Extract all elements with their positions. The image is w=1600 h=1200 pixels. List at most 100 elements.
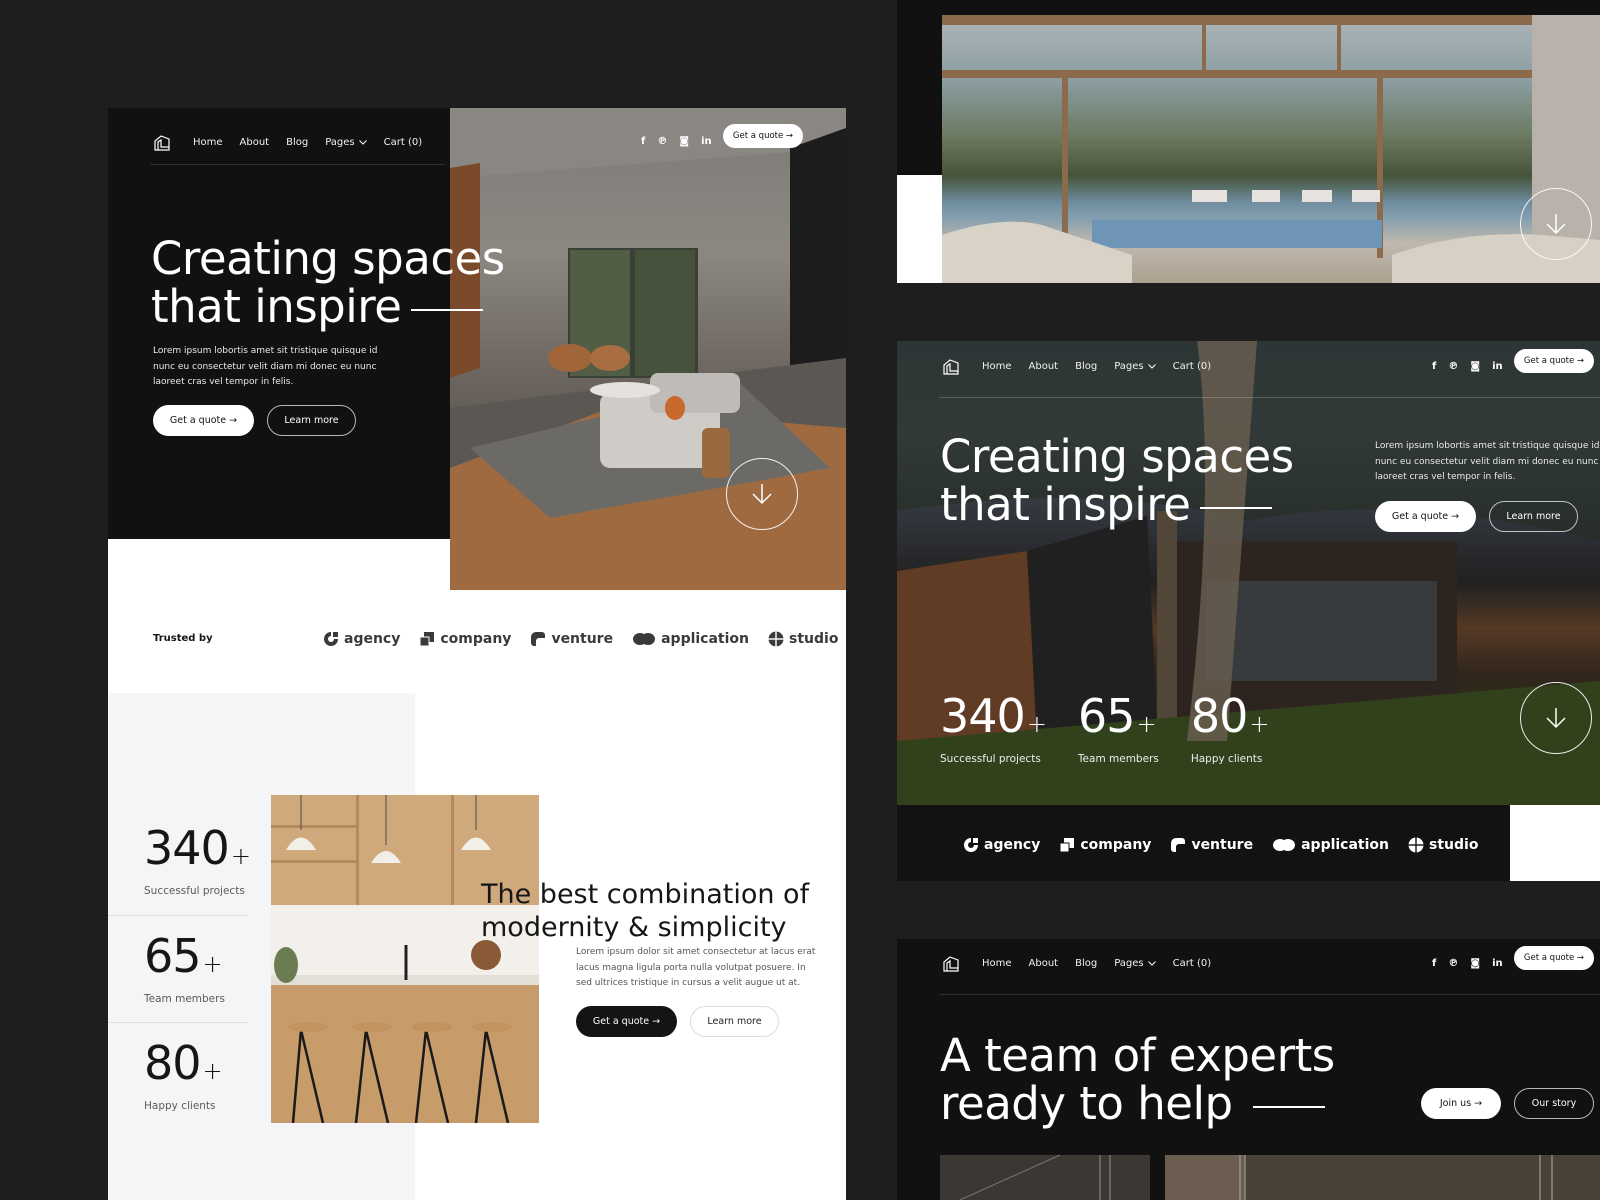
stat-label: Successful projects [144,885,245,897]
arrow-down-icon [1546,214,1566,235]
nav-divider [150,164,445,165]
studio-logo-icon [768,631,785,647]
hero-learn-more-button[interactable]: Learn more [267,405,356,436]
brand-name: company [1080,837,1152,853]
social-links: f ℗ ◙ in [1432,356,1503,376]
feature-title-line2: modernity & simplicity [481,912,787,943]
pinterest-icon[interactable]: ℗ [657,136,667,147]
title-decor-line [1200,507,1273,509]
nav-home[interactable]: Home [982,361,1012,372]
chevron-down-icon [358,139,367,145]
feature-description: Lorem ipsum dolor sit amet consectetur a… [576,947,816,988]
scroll-down-button[interactable] [1520,188,1592,260]
our-story-button[interactable]: Our story [1514,1088,1594,1119]
hero-title-line2: that inspire [940,478,1191,531]
pool-section-mockup [897,0,1600,283]
brand-studio: studio [1408,837,1478,853]
logo-icon[interactable] [942,954,960,972]
logo-icon[interactable] [942,357,960,375]
social-links: f ℗ ◙ in [641,131,712,151]
nav-cart[interactable]: Cart (0) [384,137,423,148]
facebook-icon[interactable]: f [1432,958,1436,969]
brand-venture: venture [1170,837,1253,853]
brand-application: application [632,631,749,647]
nav-blog[interactable]: Blog [286,137,308,148]
brand-application: application [1272,837,1389,853]
hero-title-line2: that inspire [151,280,402,333]
hero-description: Lorem ipsum lobortis amet sit tristique … [153,346,378,387]
home-page-mockup: Home About Blog Pages Cart (0) f ℗ ◙ in … [108,108,846,1200]
brand-name: application [661,631,750,647]
house-hero-mockup: Home About Blog Pages Cart (0) f ℗ ◙ in … [897,341,1600,881]
nav-pages-label: Pages [325,136,355,148]
white-block [897,175,942,283]
team-title: A team of experts ready to help [940,1032,1360,1128]
arrow-down-icon [1546,708,1566,729]
facebook-icon[interactable]: f [1432,361,1436,372]
stat-label: Happy clients [1190,753,1263,765]
company-logo-icon [1059,838,1075,853]
team-images-strip [940,1155,1600,1200]
pool-image [942,15,1600,283]
logo-icon[interactable] [153,133,171,151]
hero-get-quote-button[interactable]: Get a quote → [153,405,254,436]
hero-title-line2-wrap: that inspire [151,283,571,331]
stat-item: 340+ Successful projects [940,689,1047,765]
nav-blog[interactable]: Blog [1075,958,1097,969]
nav-home[interactable]: Home [982,958,1012,969]
hero-learn-more-button[interactable]: Learn more [1489,501,1578,532]
stat-value: 80+ [1190,689,1270,743]
brand-name: application [1301,837,1390,853]
hero-title: Creating spaces that inspire [151,235,571,331]
stat-value: 65+ [1077,689,1157,743]
nav-get-quote-button[interactable]: Get a quote → [1514,349,1594,373]
hero-get-quote-button[interactable]: Get a quote → [1375,501,1476,532]
facebook-icon[interactable]: f [641,136,645,147]
company-logo-icon [419,632,435,647]
instagram-icon[interactable]: ◙ [1470,958,1480,969]
chevron-down-icon [1147,363,1156,369]
nav-divider [939,994,1600,995]
brand-name: studio [1429,837,1479,853]
application-logo-icon [1273,839,1296,851]
title-decor-line [411,309,484,311]
feature-learn-more-button[interactable]: Learn more [690,1006,779,1037]
nav-about[interactable]: About [1029,958,1059,969]
agency-logo-icon [324,632,338,646]
nav-home[interactable]: Home [193,137,223,148]
instagram-icon[interactable]: ◙ [1470,361,1480,372]
nav-about[interactable]: About [1029,361,1059,372]
nav-pages[interactable]: Pages [325,136,367,148]
linkedin-icon[interactable]: in [701,136,712,147]
linkedin-icon[interactable]: in [1492,361,1503,372]
stat-item: 80+ Happy clients [1190,689,1270,765]
nav-pages-label: Pages [1114,360,1144,372]
stat-value: 340+ [940,689,1047,743]
nav-get-quote-button[interactable]: Get a quote → [1514,946,1594,970]
trusted-brands: agency company venture application studi… [963,837,1478,853]
scroll-down-button[interactable] [1520,682,1592,754]
nav-blog[interactable]: Blog [1075,361,1097,372]
team-title-line1: A team of experts [940,1029,1335,1082]
nav-pages[interactable]: Pages [1114,360,1156,372]
nav-about[interactable]: About [240,137,270,148]
nav-pages[interactable]: Pages [1114,958,1156,969]
feature-title-line1: The best combination of [481,879,810,910]
stat-label: Successful projects [940,753,1041,765]
linkedin-icon[interactable]: in [1492,958,1503,969]
join-us-button[interactable]: Join us → [1421,1088,1501,1119]
brand-name: agency [344,631,401,647]
feature-get-quote-button[interactable]: Get a quote → [576,1006,677,1037]
pinterest-icon[interactable]: ℗ [1448,361,1458,372]
title-decor-line [1252,1106,1325,1108]
nav-cart[interactable]: Cart (0) [1173,361,1212,372]
instagram-icon[interactable]: ◙ [679,136,689,147]
nav-get-quote-button[interactable]: Get a quote → [723,124,803,148]
trusted-by-label: Trusted by [153,633,213,644]
nav-cart[interactable]: Cart (0) [1173,958,1212,969]
pinterest-icon[interactable]: ℗ [1448,958,1458,969]
social-links: f ℗ ◙ in [1432,953,1503,973]
scroll-down-button[interactable] [726,458,798,530]
brand-company: company [419,631,511,647]
team-title-line2-wrap: ready to help [940,1080,1360,1128]
